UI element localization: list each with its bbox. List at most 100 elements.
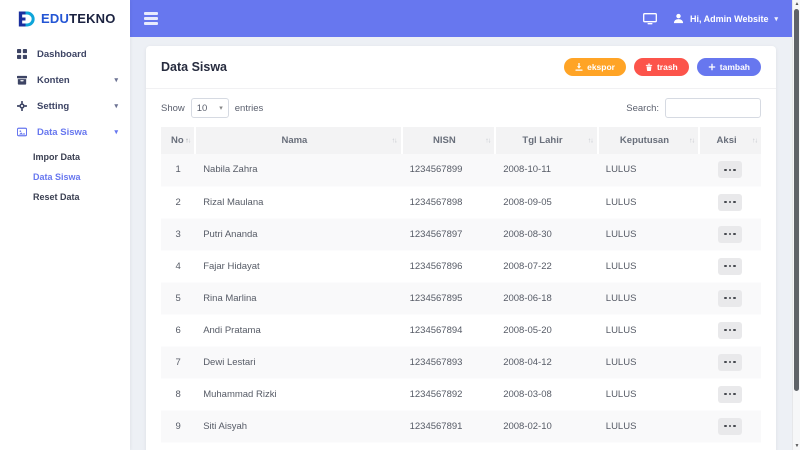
- row-actions-button[interactable]: [718, 353, 743, 371]
- cell-tgl-lahir: 2008-02-10: [503, 420, 552, 432]
- sort-icon[interactable]: ↑↓: [392, 137, 398, 144]
- sort-icon[interactable]: ↑↓: [752, 137, 758, 144]
- plus-icon: [708, 63, 716, 71]
- sort-icon[interactable]: ↑↓: [689, 137, 695, 144]
- sidebar-item-label: Setting: [37, 100, 70, 112]
- cell-no: 9: [175, 420, 181, 432]
- sort-icon[interactable]: ↑↓: [588, 137, 594, 144]
- cell-nisn: 1234567894: [409, 324, 463, 336]
- sidebar-item-data-siswa[interactable]: Data Siswa ▾: [0, 119, 130, 145]
- cell-no: 6: [175, 324, 181, 336]
- chevron-down-icon: ▾: [219, 105, 223, 112]
- cell-no: 7: [175, 356, 181, 368]
- cell-nisn: 1234567899: [409, 164, 463, 176]
- column-header-aksi[interactable]: Aksi ↑↓: [698, 127, 761, 154]
- chevron-down-icon: ▾: [114, 129, 118, 136]
- entries-label: entries: [234, 102, 264, 114]
- table-row: 8 Muhammad Rizki 1234567892 2008-03-08 L…: [161, 378, 761, 410]
- cell-keputusan: LULUS: [598, 442, 699, 450]
- cell-tgl-lahir: 2008-05-20: [503, 324, 552, 336]
- cell-nisn: 1234567892: [409, 388, 463, 400]
- cell-keputusan: LULUS: [605, 228, 637, 240]
- cell-nama: Siti Aisyah: [203, 420, 248, 432]
- sidebar-item-konten[interactable]: Konten ▾: [0, 67, 130, 93]
- trash-button[interactable]: trash: [633, 58, 689, 76]
- cell-nama: Rizal Maulana: [203, 196, 264, 208]
- fullscreen-monitor-icon[interactable]: [643, 12, 657, 25]
- sidebar-item-dashboard[interactable]: Dashboard: [0, 41, 130, 67]
- edutekno-logo-icon: [15, 9, 36, 29]
- cell-tgl-lahir: 2008-03-08: [503, 388, 552, 400]
- table-row: 2 Rizal Maulana 1234567898 2008-09-05 LU…: [161, 186, 761, 218]
- cell-nama: Ahmad Fauzi: [195, 442, 401, 450]
- row-actions-button[interactable]: [718, 161, 743, 179]
- cell-aksi: [699, 410, 761, 442]
- cell-aksi: [699, 282, 761, 314]
- search-input[interactable]: [665, 98, 761, 118]
- main-content: Data Siswa ekspor trash tambah Show 10 ▾…: [130, 37, 792, 450]
- scroll-down-arrow-icon[interactable]: ▼: [793, 443, 800, 449]
- archive-icon: [16, 75, 28, 85]
- cell-no: 1: [175, 164, 181, 176]
- cell-tgl-lahir: 2008-01-15: [495, 442, 598, 450]
- chevron-down-icon: ▾: [774, 15, 778, 23]
- row-actions-button[interactable]: [718, 193, 743, 211]
- cell-tgl-lahir: 2008-10-11: [503, 164, 552, 176]
- download-icon: [575, 63, 583, 71]
- brand-name: EDUTEKNO: [41, 11, 116, 26]
- cell-nama: Nabila Zahra: [203, 164, 258, 176]
- column-header-tgl-lahir[interactable]: Tgl Lahir ↑↓: [494, 127, 598, 154]
- cell-nisn: 1234567897: [409, 228, 463, 240]
- data-siswa-card: Data Siswa ekspor trash tambah Show 10 ▾…: [146, 46, 776, 450]
- brand-logo[interactable]: EDUTEKNO: [0, 0, 130, 37]
- submenu-item-reset-data[interactable]: Reset Data: [33, 187, 130, 207]
- cell-no: 2: [175, 196, 181, 208]
- scroll-up-arrow-icon[interactable]: ▲: [793, 1, 800, 7]
- cell-no: 3: [175, 228, 181, 240]
- row-actions-button[interactable]: [718, 385, 743, 403]
- export-button[interactable]: ekspor: [564, 58, 626, 76]
- submenu-item-impor-data[interactable]: Impor Data: [33, 147, 130, 167]
- cell-nama: Dewi Lestari: [203, 356, 256, 368]
- row-actions-button[interactable]: [718, 289, 743, 307]
- sort-icon[interactable]: ↑↓: [485, 137, 491, 144]
- cell-keputusan: LULUS: [605, 260, 637, 272]
- row-actions-button[interactable]: [718, 257, 743, 275]
- table-row: 7 Dewi Lestari 1234567893 2008-04-12 LUL…: [161, 346, 761, 378]
- show-label: Show: [161, 102, 185, 114]
- trash-icon: [645, 63, 653, 71]
- sidebar-item-label: Data Siswa: [37, 126, 88, 138]
- sort-icon[interactable]: ↑↓: [185, 137, 191, 144]
- column-header-no[interactable]: No ↑↓: [161, 127, 196, 154]
- search-label: Search:: [626, 102, 659, 114]
- page-scrollbar[interactable]: ▲ ▼: [792, 0, 800, 450]
- user-greeting: Hi, Admin Website: [689, 13, 769, 24]
- cell-aksi: [699, 314, 761, 346]
- scrollbar-thumb[interactable]: [794, 9, 799, 391]
- cell-aksi: [699, 186, 761, 218]
- cell-nisn: 1234567893: [409, 356, 463, 368]
- table-row: 5 Rina Marlina 1234567895 2008-06-18 LUL…: [161, 282, 761, 314]
- row-actions-button[interactable]: [718, 225, 743, 243]
- sidebar-item-setting[interactable]: Setting ▾: [0, 93, 130, 119]
- cell-no: 5: [175, 292, 181, 304]
- gear-icon: [16, 101, 28, 111]
- column-header-keputusan[interactable]: Keputusan ↑↓: [596, 127, 700, 154]
- cell-keputusan: LULUS: [605, 196, 637, 208]
- add-button[interactable]: tambah: [696, 58, 761, 76]
- page-size-select[interactable]: 10 ▾: [190, 98, 229, 118]
- column-header-nama[interactable]: Nama ↑↓: [194, 127, 402, 154]
- row-actions-button[interactable]: [718, 321, 743, 339]
- table-row: 6 Andi Pratama 1234567894 2008-05-20 LUL…: [161, 314, 761, 346]
- cell-keputusan: LULUS: [605, 388, 637, 400]
- cell-aksi: [699, 346, 761, 378]
- cell-nisn: 1234567898: [409, 196, 463, 208]
- user-menu[interactable]: Hi, Admin Website ▾: [673, 13, 778, 24]
- cell-nama: Putri Ananda: [203, 228, 258, 240]
- sidebar-toggle-icon[interactable]: [144, 12, 158, 25]
- sidebar: EDUTEKNO Dashboard Konten ▾ Setting ▾ Da…: [0, 0, 130, 450]
- row-actions-button[interactable]: [718, 417, 743, 435]
- submenu-item-data-siswa[interactable]: Data Siswa: [33, 167, 130, 187]
- column-header-nisn[interactable]: NISN ↑↓: [400, 127, 496, 154]
- cell-aksi: [699, 378, 761, 410]
